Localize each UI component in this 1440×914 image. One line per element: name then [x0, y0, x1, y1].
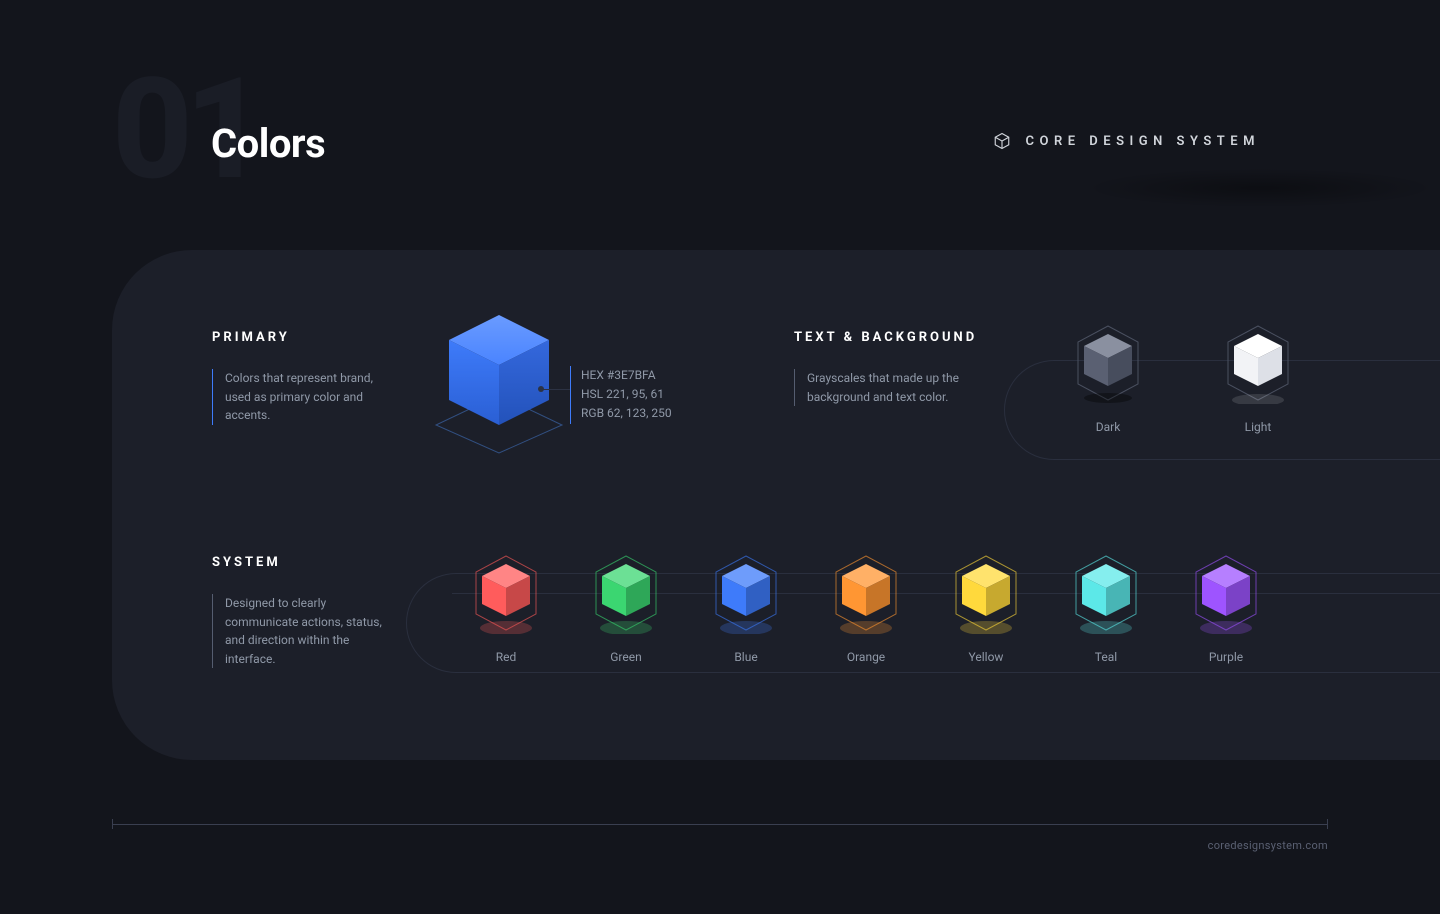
primary-spec-hex: HEX #3E7BFA — [581, 366, 672, 385]
swatch-cube — [950, 552, 1022, 634]
page-title: Colors — [211, 120, 325, 167]
text-bg-description: Grayscales that made up the background a… — [794, 369, 974, 406]
content-card: PRIMARY Colors that represent brand, use… — [112, 250, 1440, 760]
swatch-label: Teal — [1095, 650, 1117, 664]
swatch-teal: Teal — [1056, 552, 1156, 664]
swatch-cube — [1070, 552, 1142, 634]
swatch-cube — [830, 552, 902, 634]
system-description: Designed to clearly communicate actions,… — [212, 594, 392, 668]
swatch-label: Yellow — [969, 650, 1004, 664]
brand-label: CORE DESIGN SYSTEM — [1025, 134, 1260, 149]
primary-specs: HEX #3E7BFA HSL 221, 95, 61 RGB 62, 123,… — [570, 366, 672, 424]
swatch-red: Red — [456, 552, 556, 664]
swatch-label: Red — [496, 650, 517, 664]
system-heading: SYSTEM — [212, 555, 462, 570]
swatch-cube-dark — [1072, 322, 1144, 404]
swatch-cube-light — [1222, 322, 1294, 404]
primary-connector-line — [542, 389, 570, 390]
primary-connector-dot — [538, 386, 544, 392]
brand-shadow — [1080, 168, 1440, 208]
swatch-label: Light — [1245, 420, 1272, 434]
primary-spec-hsl: HSL 221, 95, 61 — [581, 385, 672, 404]
cube-icon — [993, 132, 1011, 150]
text-bg-swatches: Dark Light — [1058, 322, 1308, 434]
swatch-yellow: Yellow — [936, 552, 1036, 664]
primary-description: Colors that represent brand, used as pri… — [212, 369, 392, 425]
footer-ruler — [112, 819, 1328, 829]
swatch-dark: Dark — [1058, 322, 1158, 434]
swatch-label: Blue — [734, 650, 757, 664]
primary-spec-rgb: RGB 62, 123, 250 — [581, 404, 672, 423]
swatch-label: Orange — [847, 650, 885, 664]
swatch-label: Dark — [1096, 420, 1121, 434]
swatch-cube — [590, 552, 662, 634]
system-swatches: Red Green Blue Orange Yellow Teal Purple — [456, 552, 1276, 664]
swatch-label: Green — [610, 650, 641, 664]
swatch-cube — [1190, 552, 1262, 634]
swatch-label: Purple — [1209, 650, 1243, 664]
text-bg-heading: TEXT & BACKGROUND — [794, 330, 1044, 345]
footer-url: coredesignsystem.com — [1208, 839, 1328, 852]
swatch-purple: Purple — [1176, 552, 1276, 664]
brand-lockup: CORE DESIGN SYSTEM — [993, 132, 1260, 150]
swatch-cube — [470, 552, 542, 634]
swatch-cube — [710, 552, 782, 634]
swatch-blue: Blue — [696, 552, 796, 664]
swatch-green: Green — [576, 552, 676, 664]
swatch-orange: Orange — [816, 552, 916, 664]
swatch-light: Light — [1208, 322, 1308, 434]
